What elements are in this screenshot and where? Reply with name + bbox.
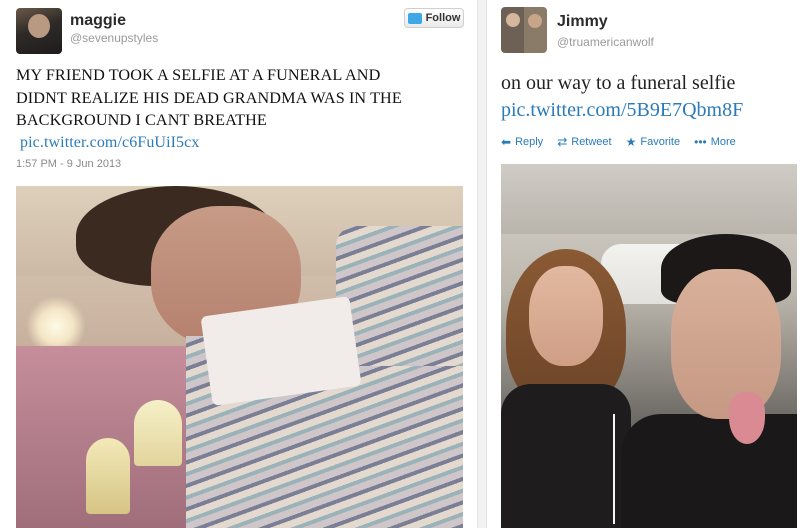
more-label: More xyxy=(710,136,736,148)
reply-arrow-icon: ⬅ xyxy=(501,135,512,149)
follow-button[interactable]: Follow xyxy=(404,8,464,28)
tweet-text: MY FRIEND TOOK A SELFIE AT A FUNERAL AND… xyxy=(16,64,462,154)
favorite-button[interactable]: ★ Favorite xyxy=(626,136,681,148)
retweet-icon: ⇄ xyxy=(557,135,568,149)
star-icon: ★ xyxy=(625,135,637,149)
follow-label: Follow xyxy=(425,12,461,24)
tweet-actions: ⬅ Reply ⇄ Retweet ★ Favorite ••• More xyxy=(501,136,736,148)
retweet-button[interactable]: ⇄ Retweet xyxy=(557,136,611,148)
user-handle[interactable]: @sevenupstyles xyxy=(70,31,158,45)
tweet-photo-link[interactable]: pic.twitter.com/5B9E7Qbm8F xyxy=(501,97,797,124)
ellipsis-icon: ••• xyxy=(694,135,707,149)
tweet-line: BACKGROUND I CANT BREATHE xyxy=(16,111,267,129)
tweet-line: MY FRIEND TOOK A SELFIE AT A FUNERAL AND xyxy=(16,66,381,84)
user-name[interactable]: maggie xyxy=(70,12,126,30)
favorite-label: Favorite xyxy=(640,136,681,148)
photo-stained-window xyxy=(86,438,130,514)
photo-girl-body xyxy=(501,384,631,528)
tweet-card-jimmy: Jimmy @truamericanwolf on our way to a f… xyxy=(486,0,800,528)
tweet-photo-funeral-selfie[interactable] xyxy=(16,186,463,528)
photo-car-roof xyxy=(501,164,797,234)
photo-earbud-cable xyxy=(613,414,615,524)
user-name[interactable]: Jimmy xyxy=(557,13,608,31)
tweet-body: on our way to a funeral selfie xyxy=(501,72,736,94)
photo-girl-face xyxy=(529,266,603,366)
tweet-photo-link[interactable]: pic.twitter.com/c6FuUiI5cx xyxy=(20,132,462,155)
more-button[interactable]: ••• More xyxy=(694,136,736,148)
tweet-timestamp[interactable]: 1:57 PM - 9 Jun 2013 xyxy=(16,158,121,170)
tweet-line: DIDNT REALIZE HIS DEAD GRANDMA WAS IN TH… xyxy=(16,88,402,107)
avatar-jimmy[interactable] xyxy=(501,7,547,53)
avatar-maggie[interactable] xyxy=(16,8,62,54)
photo-stained-window xyxy=(134,400,182,466)
bird-icon xyxy=(407,12,422,24)
retweet-label: Retweet xyxy=(571,136,612,148)
tweet-photo-car-selfie[interactable] xyxy=(501,164,797,528)
photo-guy-face xyxy=(671,269,781,419)
reply-label: Reply xyxy=(515,136,544,148)
card-divider xyxy=(478,0,486,528)
tweet-text: on our way to a funeral selfie pic.twitt… xyxy=(501,70,797,124)
user-handle[interactable]: @truamericanwolf xyxy=(557,35,654,49)
tweet-card-maggie: maggie @sevenupstyles Follow MY FRIEND T… xyxy=(0,0,478,528)
photo-guy-tongue xyxy=(729,392,765,444)
photo-guy-body xyxy=(621,414,797,528)
reply-button[interactable]: ⬅ Reply xyxy=(501,136,543,148)
